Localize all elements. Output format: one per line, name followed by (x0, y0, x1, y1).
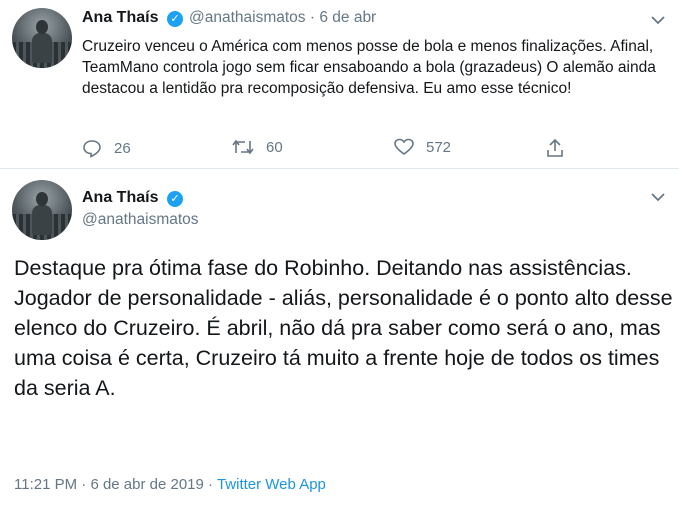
tweet-meta: 11:21 PM · 6 de abr de 2019 · Twitter We… (14, 476, 326, 493)
like-count: 572 (426, 138, 452, 156)
tweet-text: Cruzeiro venceu o América com menos poss… (82, 38, 656, 97)
tweet-date[interactable]: 6 de abr (319, 9, 376, 26)
verified-badge-icon: ✓ (167, 191, 183, 207)
author-handle[interactable]: @anathaismatos (82, 211, 199, 229)
reply-button[interactable]: 26 (82, 138, 131, 158)
chevron-down-icon[interactable] (651, 189, 665, 205)
verified-badge-icon: ✓ (167, 11, 183, 27)
tweet-source-link[interactable]: Twitter Web App (217, 476, 326, 493)
tweet-time[interactable]: 11:21 PM (14, 476, 77, 493)
reply-count: 26 (114, 139, 131, 157)
tweet-2: Ana Thaís ✓ @anathaismatos Destaque pra … (0, 169, 679, 507)
like-button[interactable]: 572 (394, 138, 451, 156)
tweet-date[interactable]: 6 de abr de 2019 (90, 476, 203, 493)
author-name[interactable]: Ana Thaís (82, 189, 158, 207)
reply-icon (82, 138, 102, 158)
author-name[interactable]: Ana Thaís (82, 9, 158, 27)
retweet-button[interactable]: 60 (232, 138, 283, 156)
share-button[interactable] (546, 138, 564, 158)
tweet-text: Destaque pra ótima fase do Robinho. Deit… (14, 256, 673, 400)
retweet-icon (232, 138, 254, 156)
author-handle[interactable]: @anathaismatos · 6 de abr (189, 9, 376, 27)
retweet-count: 60 (266, 138, 283, 156)
tweet-1: Ana Thaís ✓ @anathaismatos · 6 de abr Cr… (0, 0, 679, 168)
chevron-down-icon[interactable] (651, 12, 665, 28)
share-icon (546, 138, 564, 158)
avatar[interactable] (12, 8, 72, 68)
heart-icon (394, 138, 414, 156)
avatar[interactable] (12, 180, 72, 240)
